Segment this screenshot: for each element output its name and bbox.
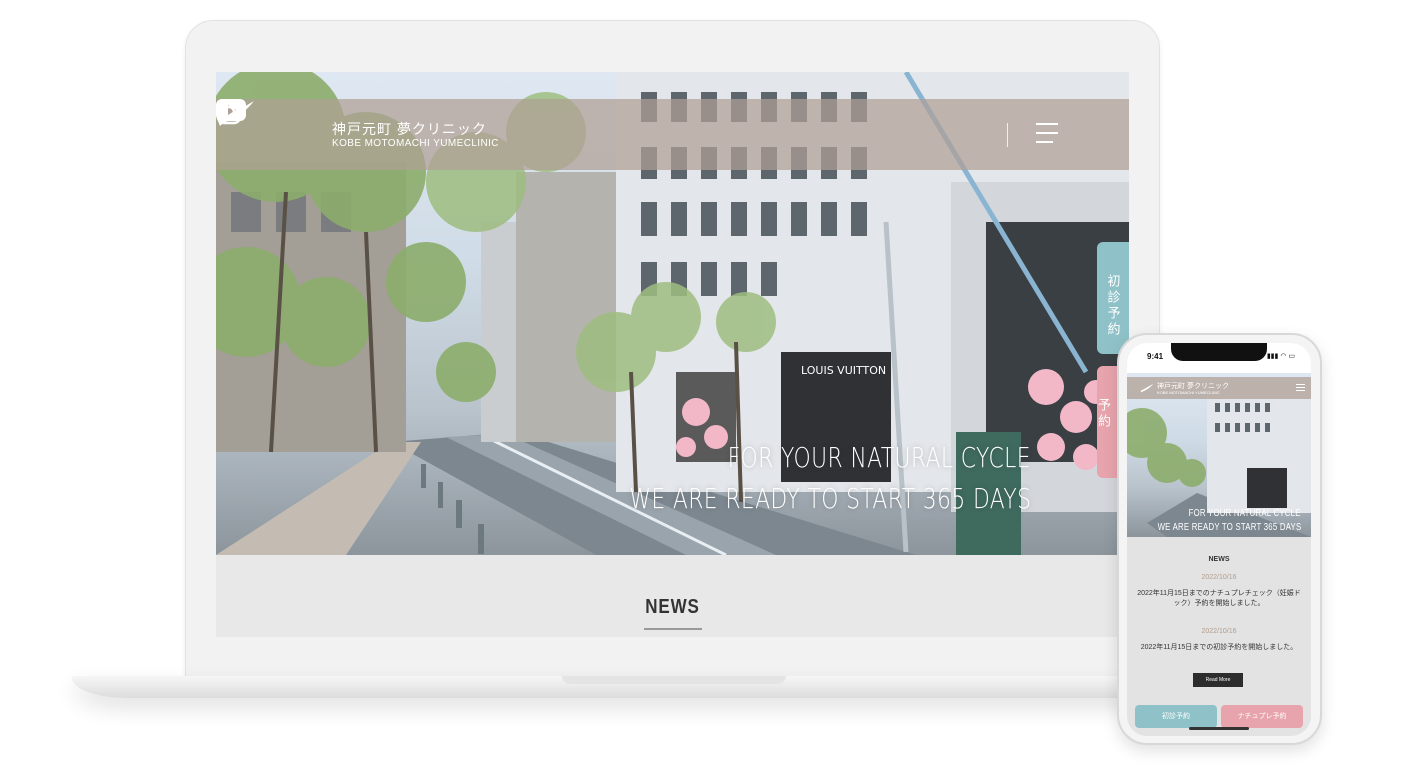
phone-hero-image: 神戸元町 夢クリニック KOBE MOTOMACHI YUMECLINIC FO…	[1127, 373, 1311, 537]
store-sign: LOUIS VUITTON	[801, 364, 886, 377]
news-item-link[interactable]: 2022年11月15日までの初診予約を開始しました。	[1135, 643, 1303, 653]
logo-japanese[interactable]: 神戸元町 夢クリニック	[332, 119, 487, 139]
menu-icon[interactable]	[1036, 123, 1058, 145]
site-header: 神戸元町 夢クリニック KOBE MOTOMACHI YUMECLINIC	[216, 99, 1129, 170]
laptop-screen: LOUIS VUITTON 神戸元町 夢クリニック KOBE MOTOMACHI…	[216, 72, 1129, 637]
phone-news-heading: NEWS	[1208, 556, 1230, 563]
hero-tagline-2: WE ARE READY TO START 365 DAYS	[628, 482, 1031, 515]
news-date: 2022/10/16	[1201, 574, 1237, 581]
logo-english[interactable]: KOBE MOTOMACHI YUMECLINIC	[332, 138, 499, 149]
status-time: 9:41	[1147, 352, 1164, 361]
home-indicator	[1189, 727, 1249, 730]
read-more-button[interactable]: Read More	[1193, 673, 1243, 687]
header-divider	[1007, 123, 1008, 147]
phone-site-header: 神戸元町 夢クリニック KOBE MOTOMACHI YUMECLINIC	[1127, 377, 1311, 399]
hero-image: LOUIS VUITTON 神戸元町 夢クリニック KOBE MOTOMACHI…	[216, 72, 1129, 555]
news-item-link[interactable]: 2022年11月15日までのナチュプレチェック（妊娠ドック）予約を開始しました。	[1135, 589, 1303, 609]
first-visit-reservation-tab[interactable]: 初診予約	[1097, 242, 1129, 354]
phone-first-visit-button[interactable]: 初診予約	[1135, 705, 1217, 728]
hero-tagline-1: FOR YOUR NATURAL CYCLE	[727, 441, 1031, 474]
phone-hero-tagline-2: WE ARE READY TO START 365 DAYS	[1157, 522, 1301, 533]
instagram-icon[interactable]	[216, 99, 242, 125]
phone-hero-tagline-1: FOR YOUR NATURAL CYCLE	[1188, 508, 1301, 519]
phone-checkup-button[interactable]: ナチュプレ予約	[1221, 705, 1303, 728]
status-icons: ▮▮▮ ◠ ▭	[1266, 353, 1295, 360]
phone-notch	[1171, 343, 1267, 361]
phone-logo-english[interactable]: KOBE MOTOMACHI YUMECLINIC	[1157, 390, 1220, 395]
phone-logo-bird-icon[interactable]	[1140, 383, 1154, 393]
phone-screen: 9:41 ▮▮▮ ◠ ▭ 神戸元町 夢クリニック KOBE MOTOMACHI	[1127, 343, 1311, 736]
laptop-hinge	[562, 676, 786, 684]
news-date: 2022/10/16	[1201, 628, 1237, 635]
status-bar: 9:41 ▮▮▮ ◠ ▭	[1127, 343, 1311, 373]
news-heading: NEWS	[645, 596, 700, 618]
phone-menu-icon[interactable]	[1296, 384, 1305, 393]
news-underline	[644, 628, 702, 630]
